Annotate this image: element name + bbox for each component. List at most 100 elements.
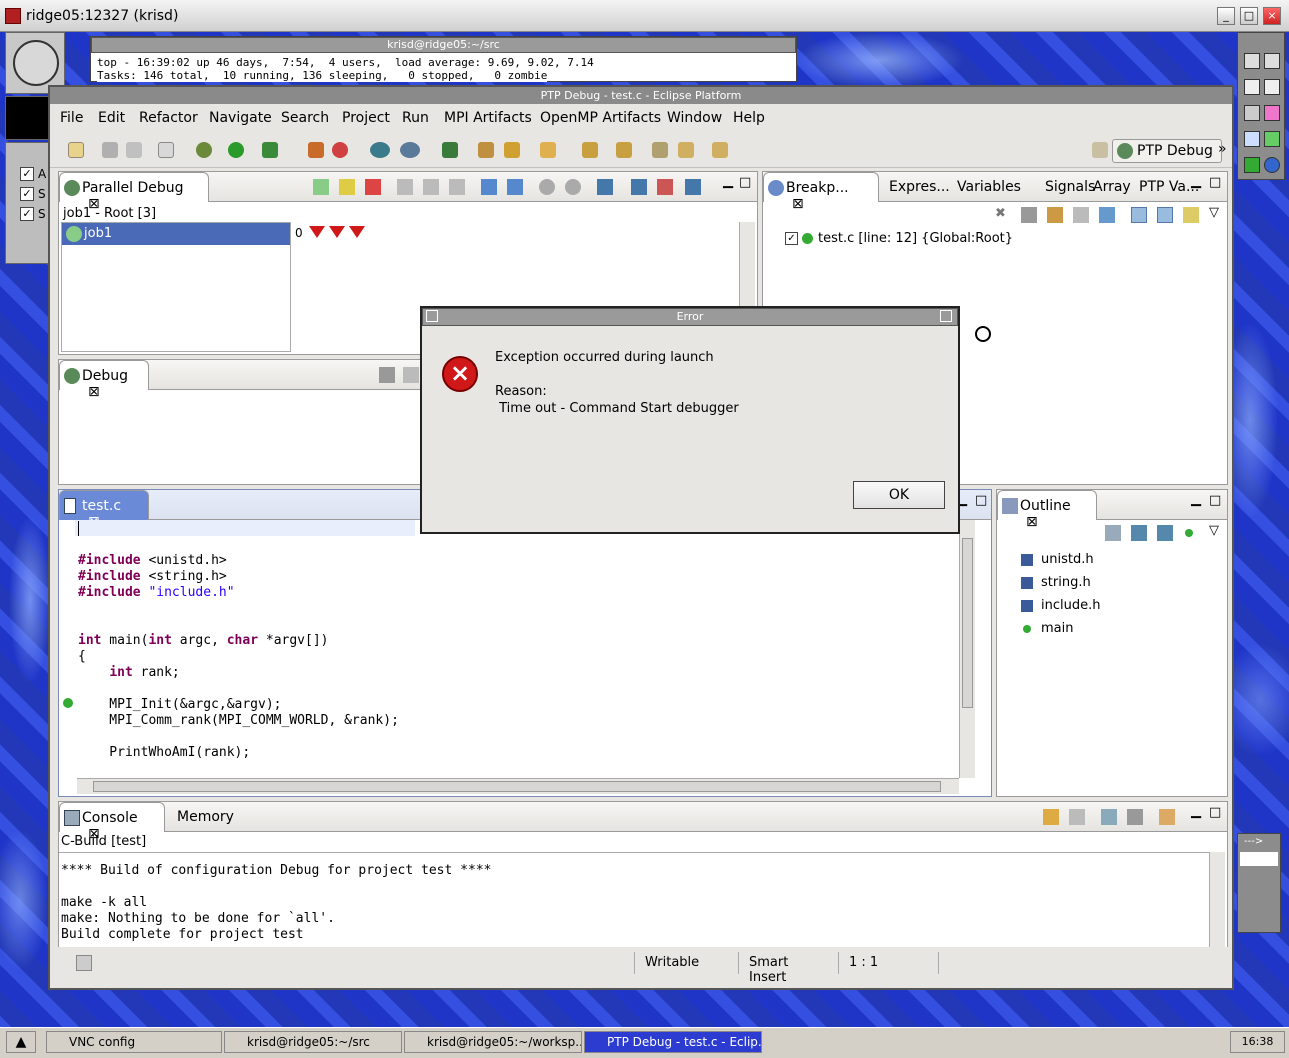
- editor-hscroll[interactable]: [77, 778, 959, 794]
- back-icon[interactable]: [678, 142, 694, 158]
- menu-edit[interactable]: Edit: [98, 110, 125, 126]
- perspective-button[interactable]: PTP Debug: [1112, 139, 1222, 163]
- dock-icon-1[interactable]: [1244, 53, 1260, 69]
- maximize-view-icon[interactable]: □: [1209, 493, 1221, 508]
- check-s2[interactable]: ✓: [20, 207, 34, 221]
- close-tab-icon[interactable]: ⊠: [88, 384, 100, 400]
- menu-file[interactable]: File: [60, 110, 83, 126]
- openmp-icon[interactable]: [370, 142, 390, 158]
- menu-project[interactable]: Project: [342, 110, 390, 126]
- console-output[interactable]: **** Build of configuration Debug for pr…: [59, 852, 1209, 956]
- process-arrow-icon[interactable]: [349, 226, 365, 238]
- tab-breakpoints[interactable]: Breakp... ⊠: [763, 172, 879, 212]
- dock-icon-3[interactable]: [1244, 79, 1260, 95]
- process-arrow-icon[interactable]: [329, 226, 345, 238]
- link-icon[interactable]: [1183, 207, 1199, 223]
- dock-icon-7[interactable]: [1244, 131, 1260, 147]
- hide-nonpublic-icon[interactable]: [1185, 529, 1193, 537]
- menu-mpi-artifacts[interactable]: MPI Artifacts: [444, 110, 532, 126]
- run-icon[interactable]: [228, 142, 244, 158]
- skip-all-icon[interactable]: [1099, 207, 1115, 223]
- menu-help[interactable]: Help: [733, 110, 765, 126]
- start-menu-button[interactable]: ▲: [6, 1031, 36, 1053]
- tab-test-c[interactable]: test.c ⊠: [59, 490, 149, 530]
- breakpoint-item[interactable]: ✓ test.c [line: 12] {Global:Root}: [785, 230, 1085, 250]
- collapse-all-icon[interactable]: [1157, 207, 1173, 223]
- tab-memory[interactable]: Memory: [177, 809, 234, 825]
- minimize-button[interactable]: _: [1217, 7, 1235, 25]
- hide-fields-icon[interactable]: [1131, 525, 1147, 541]
- menu-refactor[interactable]: Refactor: [139, 110, 198, 126]
- debug-icon[interactable]: [196, 142, 212, 158]
- openmp-stop-icon[interactable]: [400, 142, 420, 158]
- create-set-icon[interactable]: [597, 179, 613, 195]
- minimize-view-icon[interactable]: ▁: [1191, 174, 1201, 189]
- minimize-view-icon[interactable]: ▁: [1191, 492, 1201, 507]
- task-terminal-workspace[interactable]: krisd@ridge05:~/worksp...: [404, 1031, 582, 1053]
- breakpoint-marker-icon[interactable]: [63, 698, 73, 708]
- display-console-icon[interactable]: [1127, 809, 1143, 825]
- tab-debug[interactable]: Debug ⊠: [59, 360, 149, 400]
- tab-parallel-debug[interactable]: Parallel Debug ⊠: [59, 172, 209, 212]
- terminate-icon[interactable]: [365, 179, 381, 195]
- fast-view-icon[interactable]: [76, 955, 92, 971]
- editor-vscroll[interactable]: [959, 520, 975, 778]
- menu-navigate[interactable]: Navigate: [209, 110, 272, 126]
- change-set-icon[interactable]: [685, 179, 701, 195]
- vnc-window-titlebar[interactable]: ridge05:12327 (krisd) _ □ ×: [0, 0, 1289, 32]
- suspend-icon[interactable]: [339, 179, 355, 195]
- dock-icon-9[interactable]: [1244, 157, 1260, 173]
- tab-expressions[interactable]: Expres...: [889, 179, 950, 195]
- relaunch-icon[interactable]: [403, 367, 419, 383]
- sort-icon[interactable]: [1105, 525, 1121, 541]
- terminal-titlebar[interactable]: krisd@ridge05:~/src: [91, 37, 796, 53]
- right-pager[interactable]: --->: [1237, 833, 1281, 933]
- terminal-window[interactable]: krisd@ridge05:~/src top - 16:39:02 up 46…: [90, 36, 797, 82]
- view-menu-icon[interactable]: ▽: [1209, 205, 1219, 220]
- eclipse-window[interactable]: PTP Debug - test.c - Eclipse Platform Fi…: [48, 85, 1234, 990]
- task-terminal-src[interactable]: krisd@ridge05:~/src: [224, 1031, 402, 1053]
- job-row-selected[interactable]: job1: [62, 223, 290, 245]
- minimize-view-icon[interactable]: ▁: [1191, 804, 1201, 819]
- view-menu-icon[interactable]: ▽: [1209, 523, 1219, 538]
- menu-search[interactable]: Search: [281, 110, 329, 126]
- breakpoint-checkbox[interactable]: ✓: [785, 232, 798, 245]
- maximize-view-icon[interactable]: □: [975, 493, 987, 508]
- tab-console[interactable]: Console ⊠: [59, 802, 165, 842]
- maximize-view-icon[interactable]: □: [739, 175, 751, 190]
- binary-icon[interactable]: [158, 142, 174, 158]
- perspective-overflow-icon[interactable]: »: [1218, 141, 1227, 157]
- save-icon[interactable]: [102, 142, 118, 158]
- close-button[interactable]: ×: [1263, 7, 1281, 25]
- unregister-icon[interactable]: [507, 179, 523, 195]
- ok-button[interactable]: OK: [853, 481, 945, 509]
- new-icon[interactable]: [68, 142, 84, 158]
- show-targets-icon[interactable]: [1047, 207, 1063, 223]
- print-icon[interactable]: [126, 142, 142, 158]
- task-eclipse[interactable]: PTP Debug - test.c - Eclip...: [584, 1031, 762, 1053]
- remove-from-set-icon[interactable]: [657, 179, 673, 195]
- error-dialog[interactable]: Error × Exception occurred during launch…: [420, 306, 960, 534]
- dialog-menu-icon[interactable]: [426, 310, 438, 322]
- prev-annotation-icon[interactable]: [616, 142, 632, 158]
- pager-cell[interactable]: [1240, 852, 1278, 866]
- menu-window[interactable]: Window: [667, 110, 722, 126]
- zoom-out-icon[interactable]: [565, 179, 581, 195]
- register-icon[interactable]: [481, 179, 497, 195]
- hide-static-icon[interactable]: [1157, 525, 1173, 541]
- mpi-icon[interactable]: [308, 142, 324, 158]
- process-arrow-icon[interactable]: [309, 226, 325, 238]
- pin-console-icon[interactable]: [1101, 809, 1117, 825]
- remove-breakpoint-icon[interactable]: ✖: [995, 206, 1006, 221]
- menu-openmp-artifacts[interactable]: OpenMP Artifacts: [540, 110, 661, 126]
- forward-icon[interactable]: [712, 142, 728, 158]
- zoom-in-icon[interactable]: [539, 179, 555, 195]
- maximize-button[interactable]: □: [1240, 7, 1258, 25]
- tab-array[interactable]: Array: [1093, 179, 1131, 195]
- dock-icon-2[interactable]: [1264, 53, 1280, 69]
- tab-variables[interactable]: Variables: [957, 179, 1021, 195]
- open-perspective-icon[interactable]: [1092, 142, 1108, 158]
- remove-terminated-icon[interactable]: [379, 367, 395, 383]
- open-type-icon[interactable]: [478, 142, 494, 158]
- open-console-icon[interactable]: [1159, 809, 1175, 825]
